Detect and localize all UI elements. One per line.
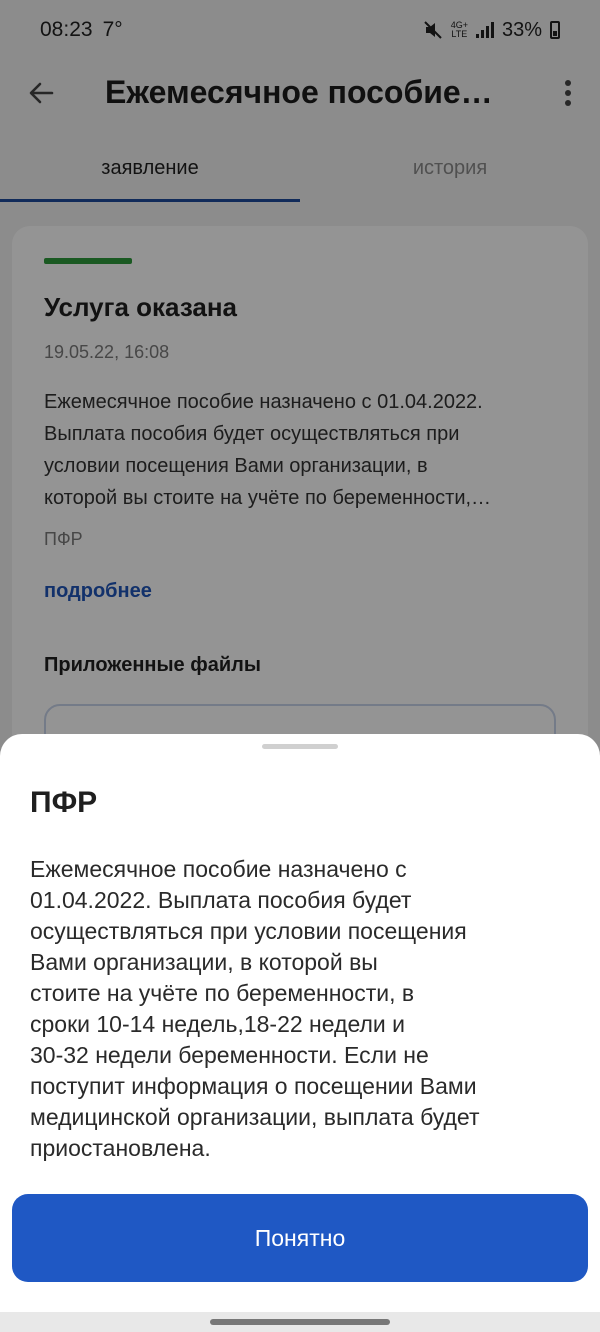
system-nav-bar xyxy=(0,1312,600,1332)
body-line: 30-32 недели беременности. Если не xyxy=(30,1042,429,1068)
drag-handle[interactable] xyxy=(262,744,338,749)
body-line: поступит информация о посещении Вами xyxy=(30,1073,477,1099)
body-line: Вами организации, в которой вы xyxy=(30,949,378,975)
body-line: медицинской организации, выплата будет xyxy=(30,1104,480,1130)
body-line: приостановлена. xyxy=(30,1135,211,1161)
body-line: сроки 10-14 недель,18-22 недели и xyxy=(30,1011,405,1037)
body-line: стоите на учёте по беременности, в xyxy=(30,980,415,1006)
sheet-body: Ежемесячное пособие назначено с 01.04.20… xyxy=(30,854,575,1164)
body-line: Ежемесячное пособие назначено с xyxy=(30,856,407,882)
ok-button[interactable]: Понятно xyxy=(12,1194,588,1282)
body-line: осуществляться при условии посещения xyxy=(30,918,467,944)
sheet-title: ПФР xyxy=(30,786,98,819)
home-gesture-pill[interactable] xyxy=(210,1319,390,1325)
body-line: 01.04.2022. Выплата пособия будет xyxy=(30,887,412,913)
bottom-sheet: ПФР Ежемесячное пособие назначено с 01.0… xyxy=(0,734,600,1312)
